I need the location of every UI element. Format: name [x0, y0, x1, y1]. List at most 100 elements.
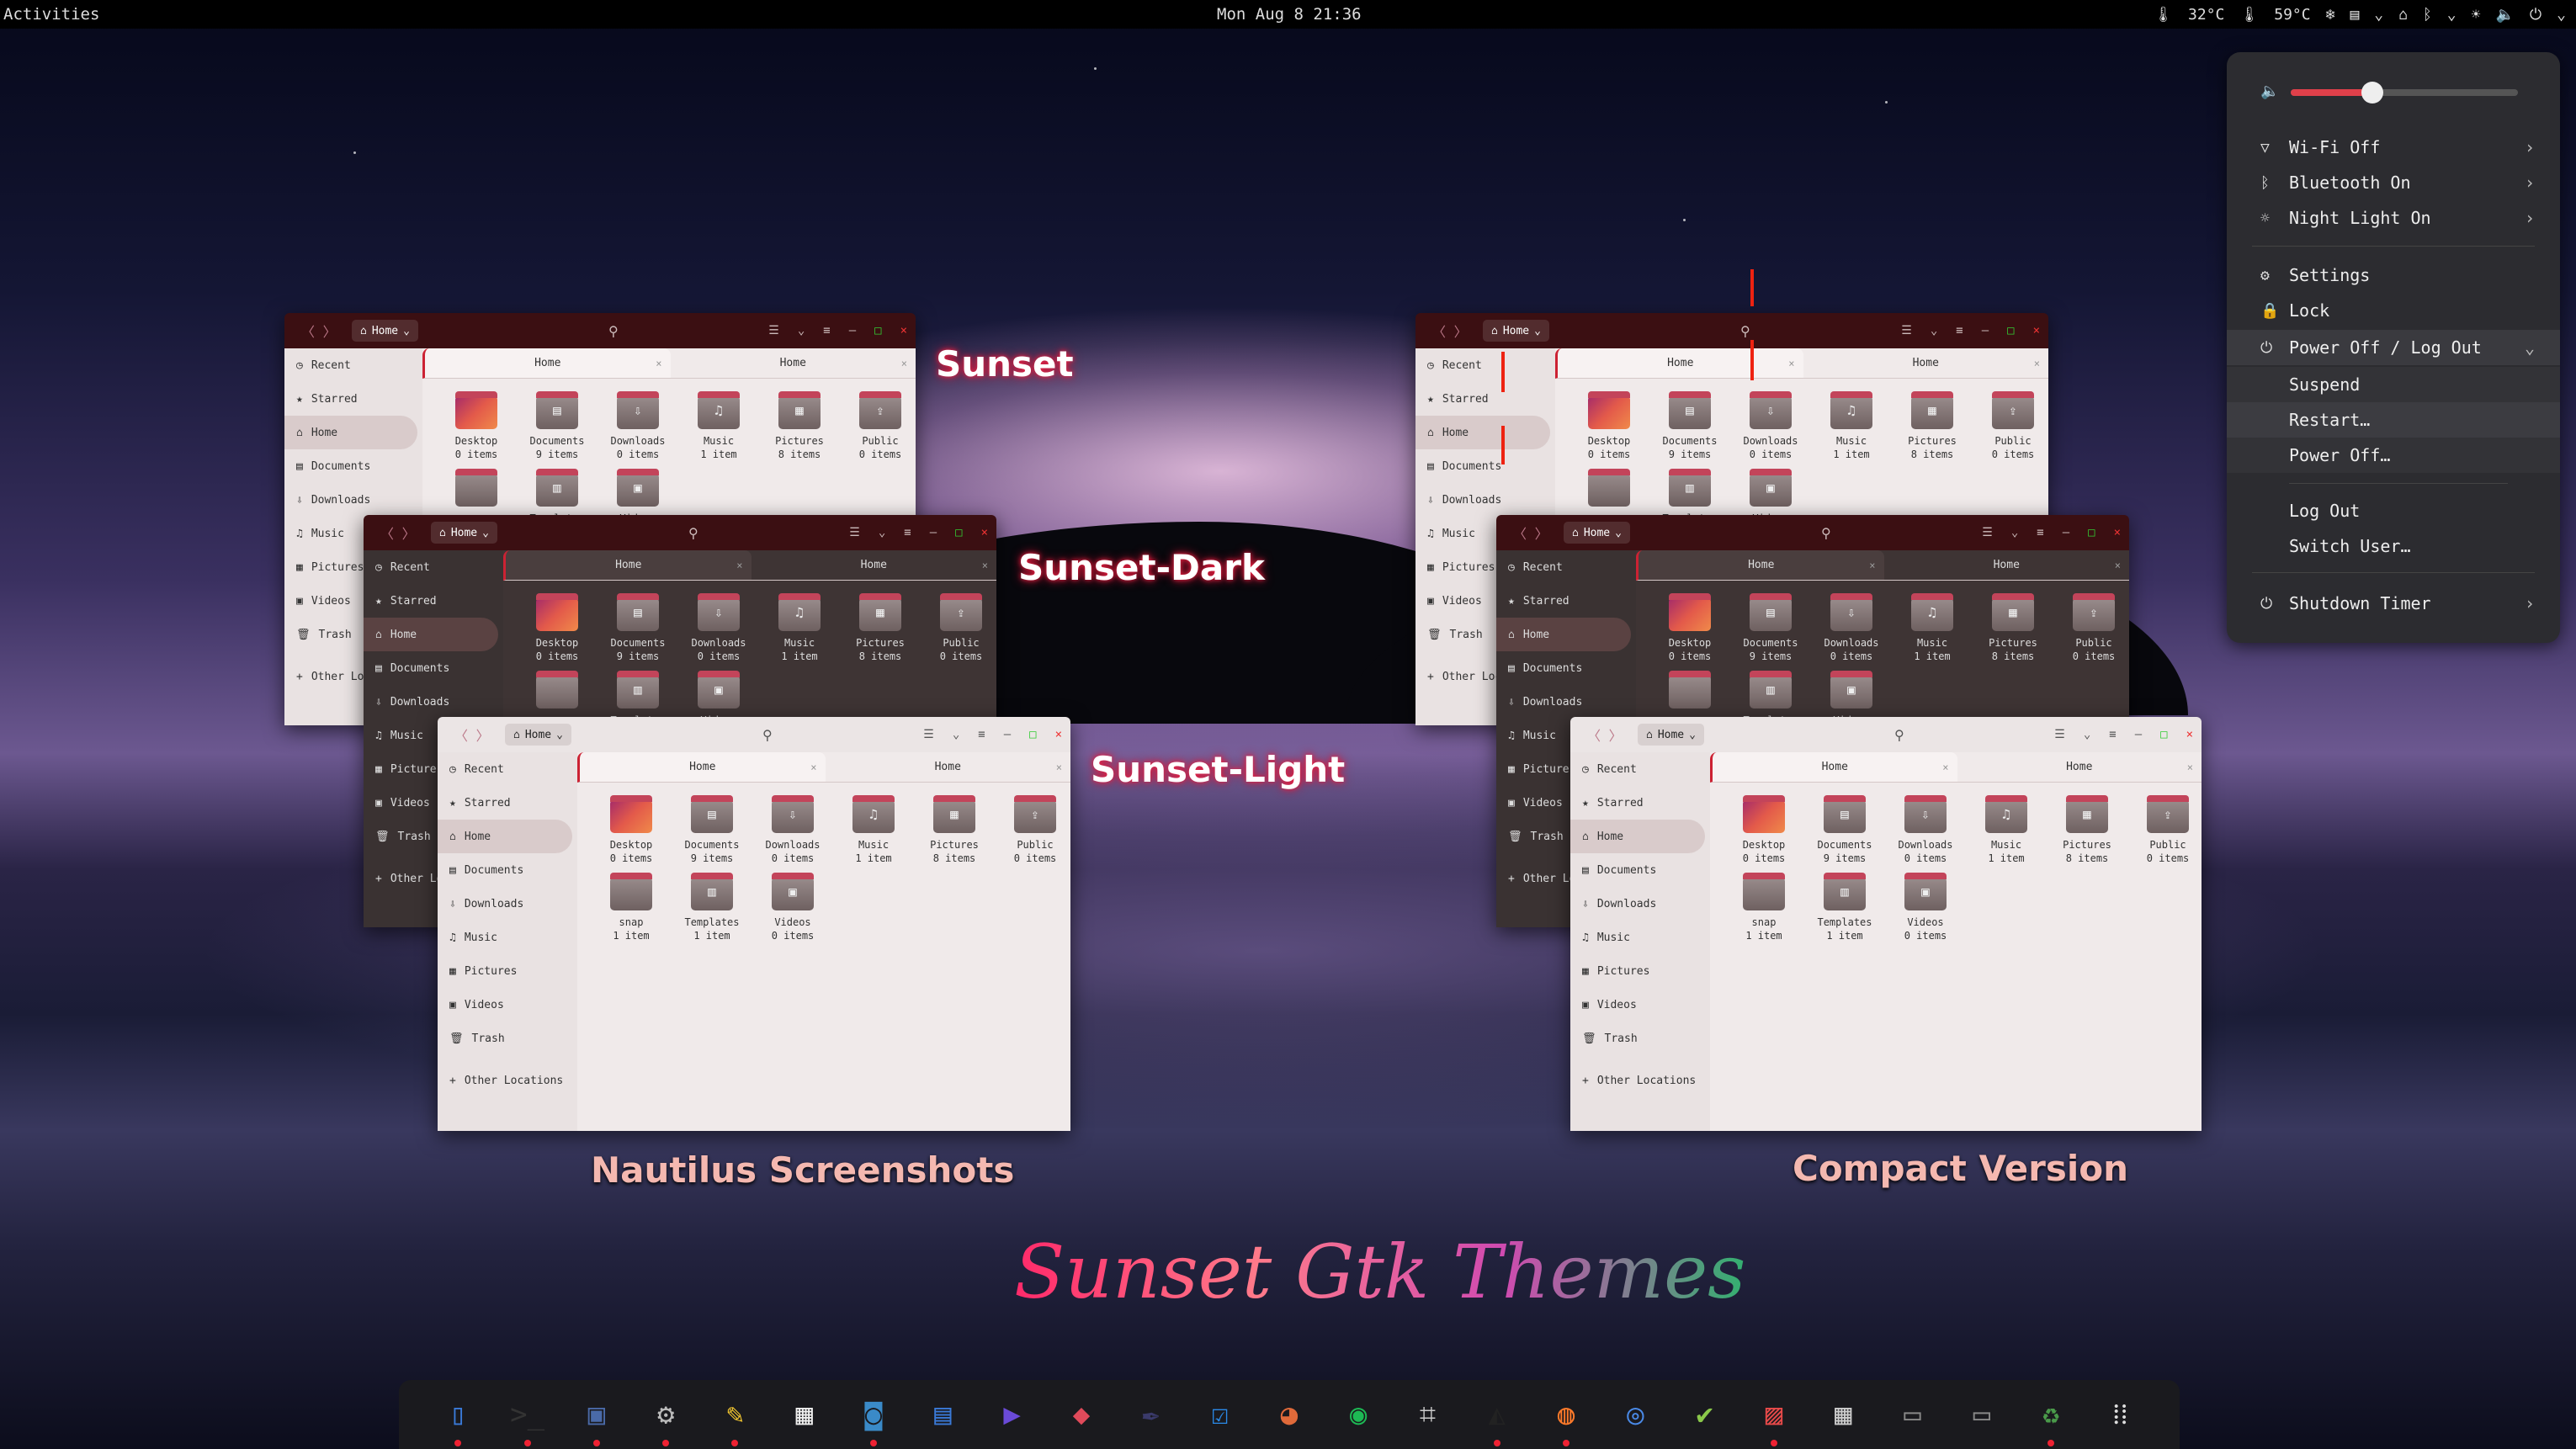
- tab-home[interactable]: Home ×: [670, 348, 916, 379]
- close-icon[interactable]: ×: [2033, 324, 2040, 337]
- sidebar-item-home[interactable]: ⌂ Home: [1415, 416, 1550, 449]
- path-bar[interactable]: ⌂ Home ⌄: [431, 522, 497, 544]
- sidebar-item-trash[interactable]: 🗑 Trash: [1570, 1022, 1710, 1055]
- maximize-icon[interactable]: □: [874, 324, 881, 337]
- close-icon[interactable]: ×: [2187, 762, 2193, 773]
- file-item[interactable]: ♫ Music 1 item: [1892, 593, 1973, 663]
- file-item[interactable]: ▦ Pictures 8 items: [759, 391, 840, 461]
- notes-icon[interactable]: ✎: [711, 1391, 758, 1446]
- drive-icon[interactable]: ▭: [1889, 1391, 1936, 1438]
- clipboard-icon[interactable]: ▤: [2350, 6, 2359, 24]
- menu-icon[interactable]: ≡: [2109, 728, 2116, 741]
- tab-home-active[interactable]: Home ×: [422, 348, 671, 379]
- sidebar-item-recent[interactable]: ◷ Recent: [438, 752, 577, 786]
- file-item[interactable]: ▦ Pictures 8 items: [1973, 593, 2053, 663]
- chevron-down-icon[interactable]: ⌄: [2084, 728, 2090, 741]
- file-item[interactable]: ▣Videos0 items: [752, 873, 833, 942]
- search-icon[interactable]: ⚲: [608, 323, 619, 339]
- close-icon[interactable]: ×: [810, 762, 816, 773]
- file-item[interactable]: ▥Templates1 item: [1804, 873, 1885, 942]
- sidebar-item-videos[interactable]: ▣ Videos: [438, 988, 577, 1022]
- menu-icon[interactable]: ≡: [978, 728, 985, 741]
- path-bar[interactable]: ⌂ Home ⌄: [352, 320, 418, 342]
- file-item[interactable]: ▣Videos0 items: [1885, 873, 1966, 942]
- minimize-icon[interactable]: –: [1004, 728, 1011, 741]
- chevron-down-icon[interactable]: ⌄: [1931, 324, 1937, 337]
- view-list-icon[interactable]: ☰: [1901, 324, 1912, 337]
- tab-home-active[interactable]: Home ×: [1636, 550, 1884, 581]
- volume-icon[interactable]: 🔈: [2495, 6, 2514, 24]
- sidebar-item-trash[interactable]: 🗑 Trash: [438, 1022, 577, 1055]
- news-icon[interactable]: ▨: [1750, 1391, 1798, 1446]
- sidebar-item-starred[interactable]: ★ Starred: [364, 584, 503, 618]
- file-item[interactable]: ⇪ Public 0 items: [2127, 795, 2202, 865]
- close-icon[interactable]: ×: [1788, 358, 1794, 369]
- sidebar-item-other-locations[interactable]: +Other Locations: [438, 1064, 577, 1097]
- chevron-down-icon[interactable]: ⌄: [953, 728, 959, 741]
- sidebar-item-pictures[interactable]: ▦ Pictures: [438, 954, 577, 988]
- view-list-icon[interactable]: ☰: [2054, 728, 2065, 741]
- calendar-icon[interactable]: ▦: [781, 1391, 828, 1438]
- back-forward-icon[interactable]: 〈 〉: [1432, 321, 1468, 341]
- tab-home-active[interactable]: Home ×: [577, 752, 826, 783]
- search-icon[interactable]: ⚲: [1894, 727, 1904, 743]
- minimize-icon[interactable]: –: [2063, 526, 2069, 539]
- sidebar-item-downloads[interactable]: ⇩ Downloads: [1415, 483, 1555, 517]
- chevron-down-icon[interactable]: ⌄: [2557, 6, 2566, 24]
- play-icon[interactable]: ▶: [989, 1391, 1036, 1438]
- minimize-icon[interactable]: –: [930, 526, 937, 539]
- inkscape-icon[interactable]: ◭: [1474, 1391, 1521, 1446]
- file-item[interactable]: snap1 item: [1724, 873, 1804, 942]
- tab-home-active[interactable]: Home ×: [503, 550, 752, 581]
- sidebar-item-downloads[interactable]: ⇩ Downloads: [1570, 887, 1710, 921]
- close-icon[interactable]: ×: [2114, 526, 2121, 539]
- path-bar[interactable]: ⌂ Home ⌄: [1638, 724, 1704, 746]
- file-item[interactable]: Desktop 0 items: [1724, 795, 1804, 865]
- file-item[interactable]: snap1 item: [591, 873, 672, 942]
- sidebar-item-starred[interactable]: ★ Starred: [1496, 584, 1636, 618]
- sidebar-item-music[interactable]: ♫ Music: [438, 921, 577, 954]
- sidebar-item-documents[interactable]: ▤ Documents: [1496, 651, 1636, 685]
- sidebar-item-starred[interactable]: ★ Starred: [438, 786, 577, 820]
- tab-home[interactable]: Home ×: [1883, 550, 2129, 581]
- spotify-icon[interactable]: ◉: [1335, 1391, 1382, 1438]
- file-item[interactable]: ⇪ Public 0 items: [1973, 391, 2048, 461]
- file-item[interactable]: ▦ Pictures 8 items: [2047, 795, 2127, 865]
- tab-home[interactable]: Home ×: [825, 752, 1070, 783]
- file-item[interactable]: ▤ Documents 9 items: [1649, 391, 1730, 461]
- close-icon[interactable]: ×: [982, 560, 988, 571]
- view-list-icon[interactable]: ☰: [923, 728, 934, 741]
- sidebar-item-home[interactable]: ⌂ Home: [284, 416, 417, 449]
- system-tray[interactable]: 🌡 32°C 🌡 59°C ❄ ▤ ⌄ ⌂ ᛒ ⌄ ☀ 🔈 ⏻ ⌄: [2154, 6, 2566, 24]
- settings-item[interactable]: ⚙ Settings: [2227, 257, 2560, 293]
- restart-item[interactable]: Restart…: [2227, 402, 2560, 438]
- lock-item[interactable]: 🔒 Lock: [2227, 293, 2560, 328]
- view-list-icon[interactable]: ☰: [768, 324, 779, 337]
- maximize-icon[interactable]: □: [2160, 728, 2167, 741]
- ruler-icon[interactable]: ⌗: [1404, 1391, 1451, 1438]
- sidebar-item-home[interactable]: ⌂ Home: [1570, 820, 1705, 853]
- menu-icon[interactable]: ≡: [1956, 324, 1963, 337]
- suspend-item[interactable]: Suspend: [2227, 367, 2560, 402]
- view-list-icon[interactable]: ☰: [849, 526, 860, 539]
- firefox-icon[interactable]: ◍: [1543, 1391, 1590, 1446]
- shutdown-timer-item[interactable]: ⏻ Shutdown Timer ›: [2227, 586, 2560, 621]
- screenshot-icon[interactable]: ◙: [850, 1391, 897, 1446]
- tab-home[interactable]: Home ×: [1803, 348, 2048, 379]
- log-out-item[interactable]: Log Out: [2227, 493, 2560, 528]
- file-item[interactable]: ▦ Pictures 8 items: [1892, 391, 1973, 461]
- software-icon[interactable]: ▣: [573, 1391, 620, 1446]
- search-icon[interactable]: ⚲: [1740, 323, 1750, 339]
- file-item[interactable]: ▥Templates1 item: [672, 873, 752, 942]
- file-item[interactable]: ♫ Music 1 item: [1811, 391, 1892, 461]
- back-forward-icon[interactable]: 〈 〉: [1513, 523, 1548, 543]
- apps-icon[interactable]: ◆: [1058, 1391, 1105, 1438]
- back-forward-icon[interactable]: 〈 〉: [454, 724, 490, 745]
- night-light-item[interactable]: ☼ Night Light On ›: [2227, 200, 2560, 236]
- maximize-icon[interactable]: □: [2007, 324, 2014, 337]
- sidebar-item-documents[interactable]: ▤ Documents: [438, 853, 577, 887]
- calculator-icon[interactable]: ▦: [1819, 1391, 1867, 1438]
- sidebar-item-music[interactable]: ♫ Music: [1570, 921, 1710, 954]
- close-icon[interactable]: ×: [901, 358, 907, 369]
- minimize-icon[interactable]: –: [2135, 728, 2142, 741]
